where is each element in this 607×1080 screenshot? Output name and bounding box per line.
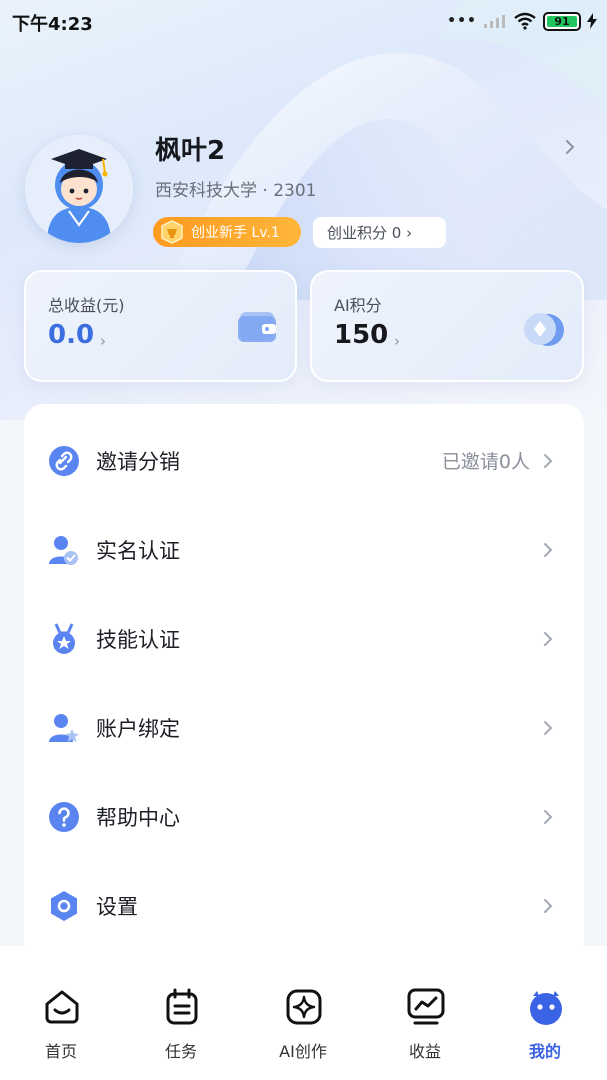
nav-home[interactable]: 首页 [11,988,111,1068]
status-bar: 下午4:23 ••• 91 [0,0,607,44]
level-badge[interactable]: 创业新手 Lv.1 [153,217,301,247]
home-icon [45,990,79,1024]
status-icons: ••• 91 [447,10,597,32]
profile-chevron-icon[interactable] [562,137,578,157]
level-badge-label: 创业新手 Lv.1 [191,225,280,241]
menu-label-account-binding: 账户绑定 [96,716,180,741]
menu-label-skill: 技能认证 [96,627,180,652]
coins-icon [524,313,564,346]
chevron-right-icon [544,542,553,557]
chevron-right-icon [544,453,553,468]
menu-label-real-name: 实名认证 [96,538,180,563]
menu-label-help: 帮助中心 [96,805,180,830]
total-earnings-value: 0.0 [48,320,95,350]
ai-points-label: AI积分 [334,296,382,315]
points-badge[interactable]: 创业积分 0 › [313,217,446,248]
chevron-right-icon [544,809,553,824]
medal-icon [53,622,75,654]
nav-earnings[interactable]: 收益 [375,988,475,1068]
link-icon [49,445,79,476]
nav-mine[interactable]: 我的 [495,988,595,1068]
invite-count: 已邀请0人 [441,451,530,473]
battery-level: 91 [554,14,570,28]
user-school-class: 西安科技大学 · 2301 [155,181,317,201]
nav-mine-label: 我的 [528,1042,561,1061]
nav-ai-create[interactable]: AI创作 [253,988,353,1068]
nav-task-label: 任务 [164,1042,197,1061]
bottom-nav: 首页 任务 AI创作 收益 我的 [0,946,607,1080]
battery-icon: 91 [543,11,581,31]
mine-icon [530,991,562,1025]
nav-ai-create-label: AI创作 [279,1042,327,1061]
ai-points-card[interactable]: AI积分 150 › [310,270,584,382]
menu-item-invite[interactable]: 邀请分销 已邀请0人 [24,416,584,505]
nav-task[interactable]: 任务 [131,988,231,1068]
menu-item-skill[interactable]: 技能认证 [24,594,584,683]
ai-points-value: 150 [334,320,389,350]
more-dots-icon: ••• [447,13,477,29]
menu-item-settings[interactable]: 设置 [24,861,584,950]
menu-card: 邀请分销 已邀请0人 实名认证 技能认证 账户绑定 帮助中心 设置 [24,404,584,964]
status-time: 下午4:23 [12,14,93,35]
help-icon [49,801,79,832]
chevron-right-icon [544,720,553,735]
user-star-icon [49,713,79,742]
wallet-icon [238,312,276,342]
chevron-right-icon [544,631,553,646]
menu-item-real-name[interactable]: 实名认证 [24,505,584,594]
total-earnings-label: 总收益(元) [48,296,125,315]
total-earnings-card[interactable]: 总收益(元) 0.0 › [24,270,297,382]
task-icon [166,988,198,1025]
menu-item-account-binding[interactable]: 账户绑定 [24,683,584,772]
user-name: 枫叶2 [155,136,226,166]
earnings-icon [407,988,445,1025]
ai-points-arrow: › [394,332,400,350]
menu-item-help[interactable]: 帮助中心 [24,772,584,861]
user-verified-icon [49,535,78,565]
menu-label-settings: 设置 [96,894,138,919]
settings-icon [51,890,77,921]
menu-label-invite: 邀请分销 [96,449,180,474]
points-badge-label: 创业积分 0 › [327,224,413,242]
signal-icon [484,15,505,28]
charging-icon [587,13,597,29]
ai-create-icon [286,989,322,1025]
nav-earnings-label: 收益 [408,1042,441,1061]
chevron-right-icon [544,898,553,913]
wifi-icon [514,12,536,30]
nav-home-label: 首页 [44,1042,77,1061]
total-earnings-arrow: › [100,332,106,350]
medal-badge-icon [161,220,183,244]
avatar[interactable] [25,135,133,243]
